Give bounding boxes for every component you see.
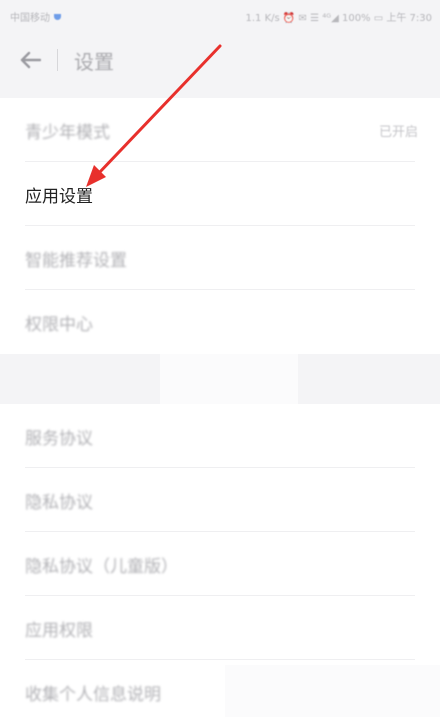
settings-item-privacy-policy[interactable]: 隐私协议 — [0, 468, 440, 532]
arrow-left-icon — [20, 51, 41, 69]
blur-patch — [160, 354, 298, 404]
settings-item-label: 收集个人信息说明 — [25, 684, 161, 705]
settings-item-label: 服务协议 — [25, 428, 93, 449]
page-title: 设置 — [74, 49, 114, 74]
header-divider — [57, 49, 58, 71]
settings-item-label: 隐私协议（儿童版） — [25, 556, 178, 577]
settings-list: 青少年模式 已开启 应用设置 智能推荐设置 权限中心 服务协议 隐私协议 隐私协… — [0, 98, 440, 724]
settings-item-service-agreement[interactable]: 服务协议 — [0, 404, 440, 468]
settings-item-label: 智能推荐设置 — [25, 250, 127, 271]
carrier-label: 中国移动 — [10, 13, 50, 24]
settings-item-label: 隐私协议 — [25, 492, 93, 513]
teen-mode-status: 已开启 — [378, 124, 418, 140]
app-header: 设置 — [0, 30, 440, 90]
settings-item-smart-recommend[interactable]: 智能推荐设置 — [0, 226, 440, 290]
settings-item-label: 应用设置 — [25, 186, 93, 207]
bottom-overlay — [225, 665, 440, 717]
section-separator — [0, 354, 440, 404]
status-bar: 中国移动 1.1 K/s ⏰ ✉ ☰ ⁴ᴳ◢ 100% ▭ 上午 7:30 — [0, 0, 440, 30]
settings-item-label: 青少年模式 — [25, 122, 110, 143]
wifi-icon — [54, 13, 61, 20]
settings-item-teen-mode[interactable]: 青少年模式 已开启 — [0, 98, 440, 162]
settings-item-app-permissions[interactable]: 应用权限 — [0, 596, 440, 660]
settings-item-permission-center[interactable]: 权限中心 — [0, 290, 440, 354]
status-left: 中国移动 — [10, 9, 61, 24]
status-indicators: 1.1 K/s ⏰ ✉ ☰ ⁴ᴳ◢ 100% ▭ 上午 7:30 — [245, 13, 432, 24]
settings-item-label: 应用权限 — [25, 620, 93, 641]
settings-item-privacy-policy-children[interactable]: 隐私协议（儿童版） — [0, 532, 440, 596]
back-button[interactable] — [15, 45, 45, 75]
settings-item-label: 权限中心 — [25, 314, 93, 335]
settings-item-app-settings[interactable]: 应用设置 — [0, 162, 440, 226]
